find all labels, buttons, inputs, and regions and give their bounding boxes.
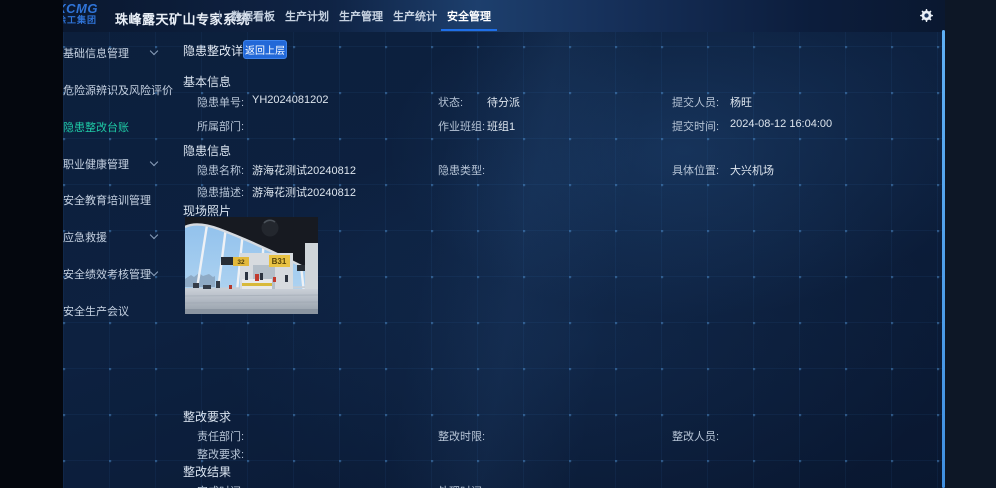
sidebar-item-label: 应急救援 bbox=[63, 232, 107, 244]
field-label: 隐患名称: bbox=[197, 162, 252, 178]
field-value: 游海花测试20240812 bbox=[252, 162, 356, 178]
field-work-team: 作业班组: 班组1 bbox=[438, 118, 515, 134]
sidebar-item-performance-assessment[interactable]: 安全绩效考核管理 bbox=[63, 266, 181, 280]
field-completion-time: 完成时间: bbox=[197, 483, 252, 488]
field-label: 具体位置: bbox=[672, 162, 730, 178]
field-row: 完成时间: 处理时间: bbox=[63, 483, 945, 488]
field-row: 责任部门: 整改时限: 整改人员: bbox=[63, 428, 945, 442]
nav-item-dashboard[interactable]: 数据看板 bbox=[229, 0, 277, 32]
field-submitter: 提交人员: 杨旺 bbox=[672, 94, 752, 110]
field-label: 提交人员: bbox=[672, 94, 730, 110]
xcmg-logo-text: XCMG bbox=[63, 2, 119, 15]
section-title-rectification-result: 整改结果 bbox=[183, 463, 231, 480]
top-navbar: XCMG 徐工集团 珠峰露天矿山专家系统 | 数据看板 生产计划 生产管理 生产… bbox=[63, 0, 945, 32]
field-hazard-name: 隐患名称: 游海花测试20240812 bbox=[197, 162, 356, 178]
status-badge: 待分派 bbox=[487, 94, 520, 110]
field-label: 责任部门: bbox=[197, 428, 252, 444]
field-row: 整改要求: bbox=[63, 446, 945, 460]
chevron-down-icon bbox=[150, 47, 158, 55]
field-value: 班组1 bbox=[487, 118, 515, 134]
section-title-rectification-requirement: 整改要求 bbox=[183, 408, 231, 425]
field-hazard-description: 隐患描述: 游海花测试20240812 bbox=[197, 184, 356, 200]
sidebar-item-label: 安全绩效考核管理 bbox=[63, 269, 151, 281]
field-label: 处理时间: bbox=[438, 483, 487, 488]
back-button[interactable]: 返回上层 bbox=[243, 40, 287, 59]
field-label: 整改要求: bbox=[197, 446, 252, 462]
field-value: 游海花测试20240812 bbox=[252, 184, 356, 200]
field-location: 具体位置: 大兴机场 bbox=[672, 162, 774, 178]
app-window: XCMG 徐工集团 珠峰露天矿山专家系统 | 数据看板 生产计划 生产管理 生产… bbox=[63, 0, 945, 488]
title-divider: | bbox=[218, 8, 221, 22]
field-value: 杨旺 bbox=[730, 94, 752, 110]
field-label: 整改时限: bbox=[438, 428, 487, 444]
section-title-basic-info: 基本信息 bbox=[183, 73, 231, 90]
field-status: 状态: 待分派 bbox=[438, 94, 520, 110]
top-nav-menu: 数据看板 生产计划 生产管理 生产统计 安全管理 bbox=[229, 0, 493, 32]
field-hazard-number: 隐患单号: YH2024081202 bbox=[197, 94, 328, 110]
sidebar-item-label: 基础信息管理 bbox=[63, 48, 129, 60]
field-label: 隐患描述: bbox=[197, 184, 252, 200]
field-label: 提交时间: bbox=[672, 118, 730, 134]
chevron-down-icon bbox=[150, 268, 158, 276]
field-value: YH2024081202 bbox=[252, 94, 328, 110]
field-rectification-deadline: 整改时限: bbox=[438, 428, 487, 444]
site-photo-thumbnail[interactable]: 32 B31 bbox=[185, 217, 318, 314]
field-value: 2024-08-12 16:04:00 bbox=[730, 118, 832, 134]
field-processing-time: 处理时间: bbox=[438, 483, 487, 488]
field-submit-time: 提交时间: 2024-08-12 16:04:00 bbox=[672, 118, 832, 134]
gear-glyph bbox=[920, 9, 933, 22]
sidebar-item-basic-info[interactable]: 基础信息管理 bbox=[63, 45, 181, 59]
chevron-down-icon bbox=[150, 231, 158, 239]
nav-item-safety-mgmt[interactable]: 安全管理 bbox=[445, 0, 493, 32]
gate-sign-right: B31 bbox=[272, 257, 287, 266]
field-row: 隐患描述: 游海花测试20240812 bbox=[63, 184, 945, 198]
field-rectification-requirement: 整改要求: bbox=[197, 446, 252, 462]
field-label: 状态: bbox=[438, 94, 487, 110]
xcmg-logo-cn: 徐工集团 bbox=[63, 16, 119, 25]
nav-item-production-stats[interactable]: 生产统计 bbox=[391, 0, 439, 32]
nav-item-production-plan[interactable]: 生产计划 bbox=[283, 0, 331, 32]
nav-item-production-mgmt[interactable]: 生产管理 bbox=[337, 0, 385, 32]
field-rectification-personnel: 整改人员: bbox=[672, 428, 730, 444]
field-row: 隐患名称: 游海花测试20240812 隐患类型: 具体位置: 大兴机场 bbox=[63, 162, 945, 176]
field-value: 大兴机场 bbox=[730, 162, 774, 178]
gate-sign-left: 32 bbox=[237, 259, 245, 266]
field-row: 所属部门: 作业班组: 班组1 提交时间: 2024-08-12 16:04:0… bbox=[63, 118, 945, 132]
field-label: 完成时间: bbox=[197, 483, 252, 488]
field-label: 作业班组: bbox=[438, 118, 487, 134]
sidebar-item-safety-meeting[interactable]: 安全生产会议 bbox=[63, 303, 181, 317]
field-label: 隐患类型: bbox=[438, 162, 487, 178]
sidebar-item-label: 安全生产会议 bbox=[63, 306, 129, 318]
field-row: 隐患单号: YH2024081202 状态: 待分派 提交人员: 杨旺 bbox=[63, 94, 945, 108]
field-label: 整改人员: bbox=[672, 428, 730, 444]
field-label: 隐患单号: bbox=[197, 94, 252, 110]
gear-icon[interactable] bbox=[919, 8, 934, 23]
field-hazard-type: 隐患类型: bbox=[438, 162, 487, 178]
field-label: 所属部门: bbox=[197, 118, 252, 134]
section-title-hazard-info: 隐患信息 bbox=[183, 142, 231, 159]
xcmg-logo: XCMG 徐工集团 bbox=[63, 2, 119, 25]
field-department: 所属部门: bbox=[197, 118, 252, 134]
sidebar-item-emergency-rescue[interactable]: 应急救援 bbox=[63, 229, 181, 243]
field-responsible-department: 责任部门: bbox=[197, 428, 252, 444]
screen-right-margin bbox=[945, 0, 996, 488]
